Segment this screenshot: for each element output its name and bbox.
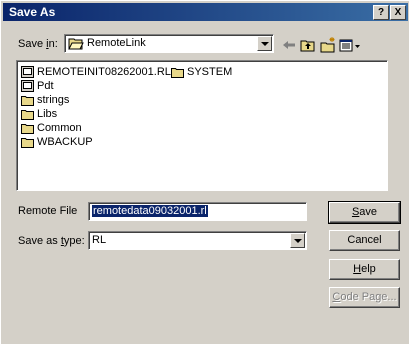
up-folder-icon[interactable] [299, 36, 317, 54]
save-in-dropdown-arrow[interactable] [257, 36, 272, 51]
folder-icon [21, 110, 34, 120]
file-list[interactable]: REMOTEINIT08262001.RL SYSTEM Pdt strings [16, 60, 388, 191]
cancel-button[interactable]: Cancel [329, 230, 400, 251]
rl-file-icon [21, 80, 34, 92]
code-page-button[interactable]: Code Page... [329, 287, 400, 308]
help-button[interactable]: Help [329, 259, 400, 280]
folder-icon [21, 124, 34, 134]
folder-icon [21, 138, 34, 148]
view-menu-icon[interactable] [338, 36, 362, 54]
folder-icon [21, 96, 34, 106]
remote-file-label: Remote File [18, 205, 78, 217]
folder-icon [171, 68, 184, 78]
save-as-type-value: RL [92, 234, 107, 246]
new-folder-icon[interactable] [319, 36, 337, 54]
save-in-label: Save in: [18, 38, 58, 50]
save-as-type-dropdown[interactable]: RL [88, 231, 307, 250]
save-in-value: RemoteLink [87, 37, 146, 49]
close-button[interactable]: X [390, 5, 406, 20]
help-title-button[interactable]: ? [373, 5, 389, 20]
save-button[interactable]: Save [328, 201, 401, 224]
dialog-title: Save As [9, 5, 56, 19]
save-as-dialog: Save As ? X Save in: RemoteLink REMOTEIN… [0, 0, 409, 344]
open-folder-icon [68, 38, 84, 50]
save-as-type-dropdown-arrow[interactable] [290, 233, 305, 248]
rl-file-icon [21, 66, 34, 78]
save-in-dropdown[interactable]: RemoteLink [64, 34, 274, 53]
back-icon[interactable] [280, 36, 298, 54]
remote-file-input[interactable]: remotedata09032001.rl [88, 202, 307, 221]
remote-file-value: remotedata09032001.rl [92, 205, 208, 217]
title-bar[interactable]: Save As ? X [3, 3, 408, 21]
save-as-type-label: Save as type: [18, 235, 85, 247]
